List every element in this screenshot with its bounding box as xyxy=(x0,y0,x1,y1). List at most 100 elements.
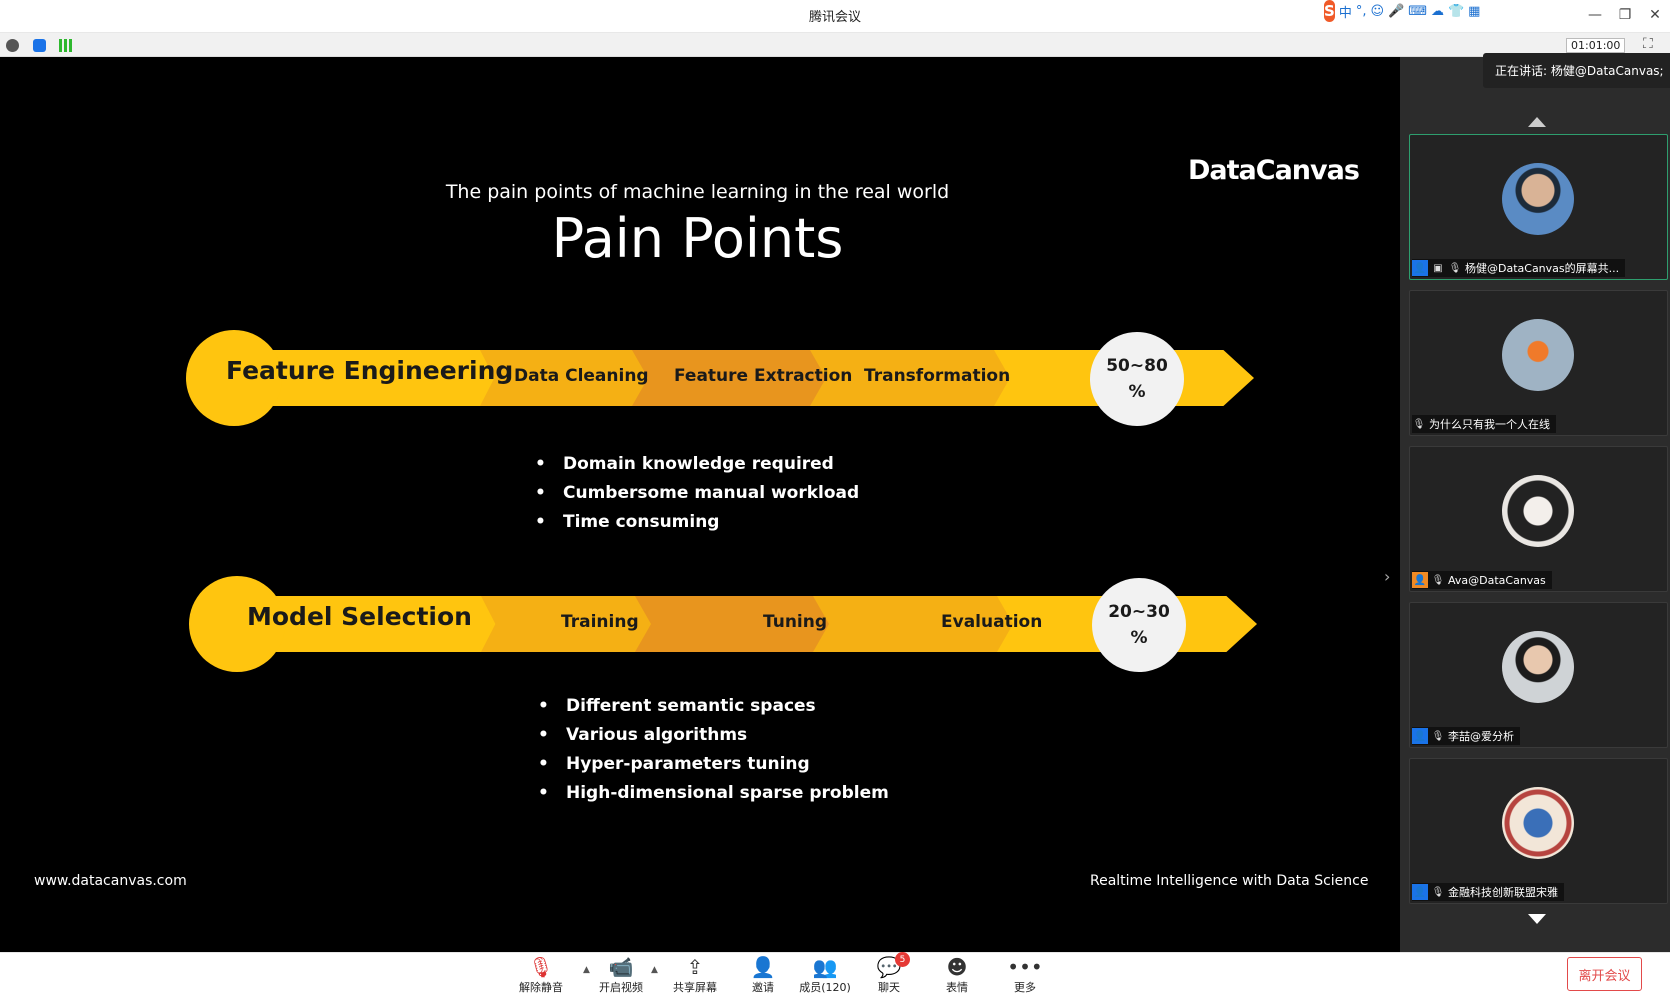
feature-engineering-bullets: Domain knowledge required Cumbersome man… xyxy=(535,454,859,541)
microphone-icon: 🎙 xyxy=(1448,262,1462,274)
sogou-logo-icon[interactable]: S xyxy=(1324,0,1335,22)
chat-button[interactable]: 💬 5 聊天 xyxy=(857,952,921,995)
participant-label: 🎙 为什么只有我一个人在线 xyxy=(1412,415,1556,433)
percent-circle: 20~30% xyxy=(1092,578,1186,672)
speaking-indicator: 正在讲话: 杨健@DataCanvas; xyxy=(1483,53,1670,88)
meeting-timer: 01:01:00 xyxy=(1566,38,1626,53)
row-heading: Feature Engineering xyxy=(226,356,514,385)
chat-unread-badge: 5 xyxy=(895,952,910,967)
datacanvas-logo: DataCanvas xyxy=(1188,155,1360,186)
minimize-button[interactable]: — xyxy=(1580,0,1610,30)
participant-label: 👤 ▣ 🎙 杨健@DataCanvas的屏幕共... xyxy=(1412,259,1626,277)
emoji-button[interactable]: ☻ 表情 xyxy=(925,955,989,995)
video-off-icon: 📹 xyxy=(608,955,634,979)
participant-tile[interactable]: 🎙 为什么只有我一个人在线 xyxy=(1409,290,1668,436)
unmute-label: 解除静音 xyxy=(519,981,563,994)
row-heading: Model Selection xyxy=(247,602,472,631)
participant-name: 金融科技创新联盟宋雅 xyxy=(1448,886,1558,899)
window-controls: — ❐ ✕ xyxy=(1580,0,1670,33)
video-options-caret[interactable]: ▲ xyxy=(651,965,658,975)
microphone-muted-icon: 🎙 xyxy=(1431,886,1445,898)
start-video-button[interactable]: 📹 开启视频 xyxy=(589,955,653,995)
unmute-button[interactable]: 🎙 解除静音 xyxy=(509,955,573,995)
restore-button[interactable]: ❐ xyxy=(1610,0,1640,30)
participant-label: 👤 🎙 李喆@爱分析 xyxy=(1412,727,1520,745)
avatar xyxy=(1502,475,1574,547)
more-button[interactable]: ••• 更多 xyxy=(993,955,1057,995)
bullet-item: Domain knowledge required xyxy=(535,454,859,483)
microphone-muted-icon: 🎙 xyxy=(528,955,554,979)
shared-screen: The pain points of machine learning in t… xyxy=(0,57,1400,952)
step-label: Training xyxy=(561,612,639,632)
ime-toolbox-icon[interactable]: ▦ xyxy=(1468,4,1480,19)
ime-emoji-icon[interactable]: ☺ xyxy=(1370,4,1384,19)
scroll-up-icon[interactable] xyxy=(1528,117,1546,127)
signal-strength-icon[interactable] xyxy=(59,39,72,52)
chat-icon: 💬 xyxy=(876,955,902,979)
slide-subtitle: The pain points of machine learning in t… xyxy=(445,181,950,203)
avatar xyxy=(1502,631,1574,703)
invite-icon: 👤 xyxy=(750,955,776,979)
participant-tile[interactable]: 👤 🎙 金融科技创新联盟宋雅 xyxy=(1409,758,1668,904)
step-label: Evaluation xyxy=(941,612,1043,632)
participant-tile[interactable]: 👤 🎙 Ava@DataCanvas xyxy=(1409,446,1668,592)
avatar xyxy=(1502,787,1574,859)
bullet-item: Different semantic spaces xyxy=(538,696,889,725)
title-bar: 腾讯会议 S 中 °, ☺ 🎤 ⌨ ☁ 👕 ▦ — ❐ ✕ xyxy=(0,0,1670,33)
percent-circle: 50~80% xyxy=(1090,332,1184,426)
members-icon: 👥 xyxy=(812,955,838,979)
bullet-item: Cumbersome manual workload xyxy=(535,483,859,512)
ime-lang-toggle[interactable]: 中 xyxy=(1339,2,1352,21)
ime-keyboard-icon[interactable]: ⌨ xyxy=(1408,4,1427,19)
percent-sign: % xyxy=(1128,382,1146,402)
members-label: 成员(120) xyxy=(799,981,851,994)
avatar xyxy=(1502,319,1574,391)
collapse-sidebar-icon[interactable]: › xyxy=(1384,567,1390,586)
host-icon: 👤 xyxy=(1412,884,1428,900)
start-video-label: 开启视频 xyxy=(599,981,643,994)
participant-name: 为什么只有我一个人在线 xyxy=(1429,418,1550,431)
share-screen-button[interactable]: ⇪ 共享屏幕 xyxy=(663,955,727,995)
ime-toolbar[interactable]: S 中 °, ☺ 🎤 ⌨ ☁ 👕 ▦ xyxy=(1324,0,1480,22)
scroll-down-icon[interactable] xyxy=(1528,914,1546,924)
slide-footer-tagline: Realtime Intelligence with Data Science xyxy=(1090,873,1369,889)
step-label: Transformation xyxy=(864,366,1011,386)
security-shield-icon[interactable] xyxy=(33,39,46,52)
microphone-muted-icon: 🎙 xyxy=(1431,730,1445,742)
slide-title: Pain Points xyxy=(551,207,844,270)
bullet-item: High-dimensional sparse problem xyxy=(538,783,889,812)
emoji-icon: ☻ xyxy=(946,955,968,979)
bullet-item: Various algorithms xyxy=(538,725,889,754)
host-icon: 👤 xyxy=(1412,260,1428,276)
more-label: 更多 xyxy=(1014,981,1036,994)
ime-skin-icon[interactable]: 👕 xyxy=(1448,4,1464,19)
bullet-item: Time consuming xyxy=(535,512,859,541)
participant-name: Ava@DataCanvas xyxy=(1448,573,1546,587)
invite-label: 邀请 xyxy=(752,981,774,994)
info-icon[interactable] xyxy=(6,39,19,52)
close-button[interactable]: ✕ xyxy=(1640,0,1670,30)
fullscreen-icon[interactable]: ⛶ xyxy=(1643,36,1653,52)
share-screen-label: 共享屏幕 xyxy=(673,981,717,994)
step-label: Tuning xyxy=(763,612,828,632)
microphone-muted-icon: 🎙 xyxy=(1431,574,1445,586)
emoji-label: 表情 xyxy=(946,981,968,994)
members-button[interactable]: 👥 成员(120) xyxy=(793,955,857,995)
microphone-muted-icon: 🎙 xyxy=(1412,418,1426,430)
slide-footer-url: www.datacanvas.com xyxy=(34,873,187,889)
participant-name: 杨健@DataCanvas的屏幕共... xyxy=(1465,262,1620,275)
participant-name: 李喆@爱分析 xyxy=(1448,730,1514,743)
ime-punct-icon[interactable]: °, xyxy=(1356,4,1367,19)
avatar xyxy=(1502,163,1574,235)
ime-cloud-icon[interactable]: ☁ xyxy=(1431,4,1444,19)
host-icon: 👤 xyxy=(1412,572,1428,588)
invite-button[interactable]: 👤 邀请 xyxy=(731,955,795,995)
leave-meeting-button[interactable]: 离开会议 xyxy=(1567,957,1642,991)
participant-tile[interactable]: 👤 ▣ 🎙 杨健@DataCanvas的屏幕共... xyxy=(1409,134,1668,280)
percent-range: 20~30 xyxy=(1108,602,1170,622)
participant-tile[interactable]: 👤 🎙 李喆@爱分析 xyxy=(1409,602,1668,748)
participant-label: 👤 🎙 金融科技创新联盟宋雅 xyxy=(1412,883,1564,901)
ime-voice-icon[interactable]: 🎤 xyxy=(1388,4,1404,19)
step-label: Data Cleaning xyxy=(514,366,649,386)
step-label: Feature Extraction xyxy=(674,366,853,386)
